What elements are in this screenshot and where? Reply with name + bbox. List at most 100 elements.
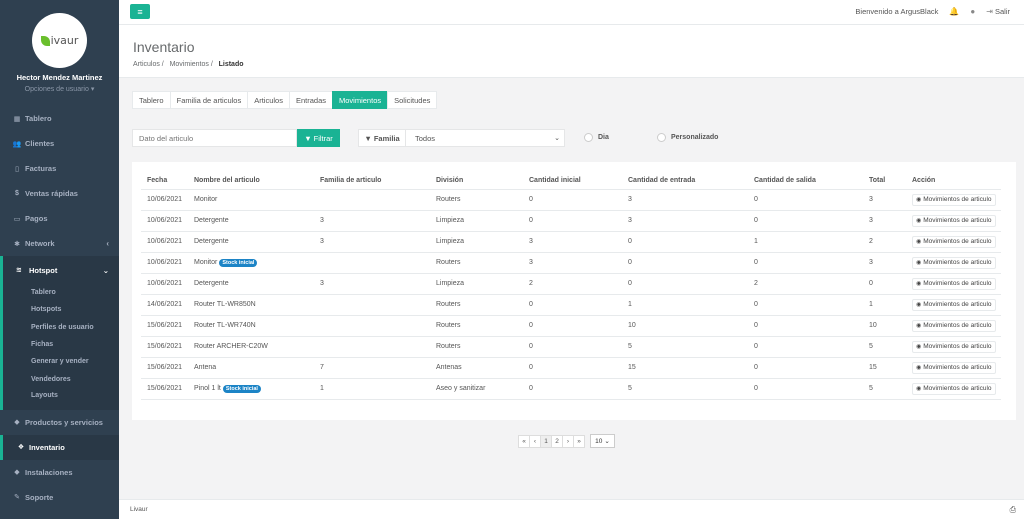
tab-movimientos[interactable]: Movimientos xyxy=(332,91,389,109)
col-salida: Cantidad de salida xyxy=(748,172,863,190)
movements-button[interactable]: ◉ Movimientos de articulo xyxy=(912,193,996,206)
sidebar-subitem-tablero[interactable]: Tablero xyxy=(3,284,119,301)
tab-entradas[interactable]: Entradas xyxy=(288,91,334,109)
movements-button[interactable]: ◉ Movimientos de articulo xyxy=(912,319,996,332)
movements-button[interactable]: ◉ Movimientos de articulo xyxy=(912,214,996,227)
cell-inicial: 0 xyxy=(523,294,622,316)
movements-button[interactable]: ◉ Movimientos de articulo xyxy=(912,382,996,395)
cell-accion: ◉ Movimientos de articulo xyxy=(906,231,1001,253)
cell-salida: 0 xyxy=(748,294,863,316)
radio-custom[interactable]: Personalizado xyxy=(657,133,718,142)
cell-familia: 3 xyxy=(314,210,430,232)
table-row: 15/06/2021 Router TL-WR740N Routers 0 10 0 10 ◉… xyxy=(141,315,1001,337)
tab-familia-articulos[interactable]: Familia de articulos xyxy=(169,91,249,109)
search-input[interactable] xyxy=(132,129,297,147)
movements-button-label: Movimientos de articulo xyxy=(923,343,992,350)
cell-fecha: 15/06/2021 xyxy=(141,378,188,400)
eye-icon: ◉ xyxy=(916,386,922,392)
chevron-down-icon: ⌄ xyxy=(604,438,610,445)
footer: Livaur ⎙ xyxy=(119,499,1024,519)
sidebar-item-inventario[interactable]: ❖ Inventario xyxy=(0,434,119,460)
sidebar-item-facturas[interactable]: ▯ Facturas xyxy=(0,156,119,181)
cell-total: 5 xyxy=(863,378,906,400)
cell-salida: 0 xyxy=(748,357,863,379)
filter-button[interactable]: ▼ Filtrar xyxy=(297,129,340,147)
breadcrumb-item[interactable]: Movimientos xyxy=(170,61,209,68)
sidebar-item-soporte[interactable]: ✎ Soporte xyxy=(0,485,119,510)
cell-division: Routers xyxy=(430,336,523,358)
page-size-select[interactable]: 10 ⌄ xyxy=(590,434,615,448)
item-name: Detergente xyxy=(194,217,229,224)
item-name: Monitor xyxy=(194,258,218,266)
cell-nombre: Monitor Stock inicial xyxy=(188,252,314,274)
dashboard-icon: ▦ xyxy=(13,115,21,123)
cell-total: 1 xyxy=(863,294,906,316)
sidebar-item-tablero[interactable]: ▦ Tablero xyxy=(0,106,119,131)
radio-circle xyxy=(584,133,593,142)
avatar[interactable]: ivaur xyxy=(32,13,87,68)
wrench-icon: ✎ xyxy=(14,494,20,502)
movements-panel: Fecha Nombre del articulo Familia de art… xyxy=(132,162,1016,420)
tab-articulos[interactable]: Articulos xyxy=(247,91,290,109)
family-select-value: Todos xyxy=(415,133,436,143)
sidebar-item-ventas-rapidas[interactable]: $ Ventas rápidas xyxy=(0,181,119,206)
cell-fecha: 10/06/2021 xyxy=(141,273,188,295)
users-icon: 👥 xyxy=(12,140,22,148)
movements-button[interactable]: ◉ Movimientos de articulo xyxy=(912,277,996,290)
cell-division: Limpieza xyxy=(430,231,523,253)
sidebar-item-hotspot[interactable]: ≋ Hotspot ⌄ xyxy=(3,256,119,284)
radio-day[interactable]: Dia xyxy=(584,133,609,142)
inventory-tabs: Tablero Familia de articulos Articulos E… xyxy=(132,91,438,109)
sidebar-item-pagos[interactable]: ▭ Pagos xyxy=(0,206,119,231)
hamburger-icon: ≡ xyxy=(137,6,143,17)
sidebar-subitem-perfiles[interactable]: Perfiles de usuario xyxy=(3,319,119,336)
cell-total: 3 xyxy=(863,189,906,211)
print-icon[interactable]: ⎙ xyxy=(1010,505,1016,515)
movements-button[interactable]: ◉ Movimientos de articulo xyxy=(912,256,996,269)
cell-salida: 0 xyxy=(748,252,863,274)
cell-accion: ◉ Movimientos de articulo xyxy=(906,315,1001,337)
sidebar-item-productos[interactable]: ◆ Productos y servicios xyxy=(0,410,119,435)
eye-icon: ◉ xyxy=(916,365,922,371)
sidebar-item-instalaciones[interactable]: ◆ Instalaciones xyxy=(0,460,119,485)
user-options-dropdown[interactable]: Opciones de usuario ▾ xyxy=(0,85,119,93)
sidebar-subitem-layouts[interactable]: Layouts xyxy=(3,388,119,410)
cell-fecha: 15/06/2021 xyxy=(141,336,188,358)
family-select[interactable]: Todos ⌄ xyxy=(405,129,565,147)
cell-inicial: 0 xyxy=(523,210,622,232)
sidebar-item-clientes[interactable]: 👥 Clientes xyxy=(0,131,119,156)
filter-icon: ▼ xyxy=(304,133,312,143)
sidebar-item-network[interactable]: ✱ Network ‹ xyxy=(0,231,119,256)
sidebar-item-label: Tablero xyxy=(25,114,52,123)
help-icon[interactable]: ● xyxy=(970,7,975,16)
logout-link[interactable]: ⇥ Salir xyxy=(986,7,1010,16)
cell-familia: 7 xyxy=(314,357,430,379)
family-label: ▼ Familia xyxy=(358,129,406,147)
sidebar-subitem-fichas[interactable]: Fichas xyxy=(3,336,119,353)
page-last-button[interactable]: » xyxy=(573,434,585,448)
menu-toggle-button[interactable]: ≡ xyxy=(130,4,150,19)
brand-logo: ivaur xyxy=(40,34,78,47)
cell-total: 15 xyxy=(863,357,906,379)
movements-button[interactable]: ◉ Movimientos de articulo xyxy=(912,235,996,248)
cell-familia: 3 xyxy=(314,231,430,253)
movements-button[interactable]: ◉ Movimientos de articulo xyxy=(912,361,996,374)
movements-button[interactable]: ◉ Movimientos de articulo xyxy=(912,340,996,353)
sidebar-subitem-vendedores[interactable]: Vendedores xyxy=(3,370,119,387)
sidebar-subitem-generar-vender[interactable]: Generar y vender xyxy=(3,353,119,370)
breadcrumb-item[interactable]: Articulos xyxy=(133,61,160,68)
filter-button-label: Filtrar xyxy=(313,133,333,143)
cell-nombre: Router TL-WR850N xyxy=(188,294,314,316)
tab-tablero[interactable]: Tablero xyxy=(132,91,171,109)
cell-fecha: 10/06/2021 xyxy=(141,189,188,211)
sidebar-subitem-hotspots[interactable]: Hotspots xyxy=(3,301,119,318)
tab-solicitudes[interactable]: Solicitudes xyxy=(387,91,438,109)
network-icon: ✱ xyxy=(14,240,20,248)
table-row: 15/06/2021 Antena 7 Antenas 0 15 0 15 ◉ Movimient… xyxy=(141,357,1001,379)
table-row: 10/06/2021 Detergente 3 Limpieza 0 3 0 3 ◉ Movimi… xyxy=(141,210,1001,232)
chevron-left-icon: ‹ xyxy=(106,239,109,248)
col-division: División xyxy=(430,172,523,190)
item-name: Router TL-WR850N xyxy=(194,301,256,308)
movements-button[interactable]: ◉ Movimientos de articulo xyxy=(912,298,996,311)
bell-icon[interactable]: 🔔 xyxy=(949,7,959,16)
